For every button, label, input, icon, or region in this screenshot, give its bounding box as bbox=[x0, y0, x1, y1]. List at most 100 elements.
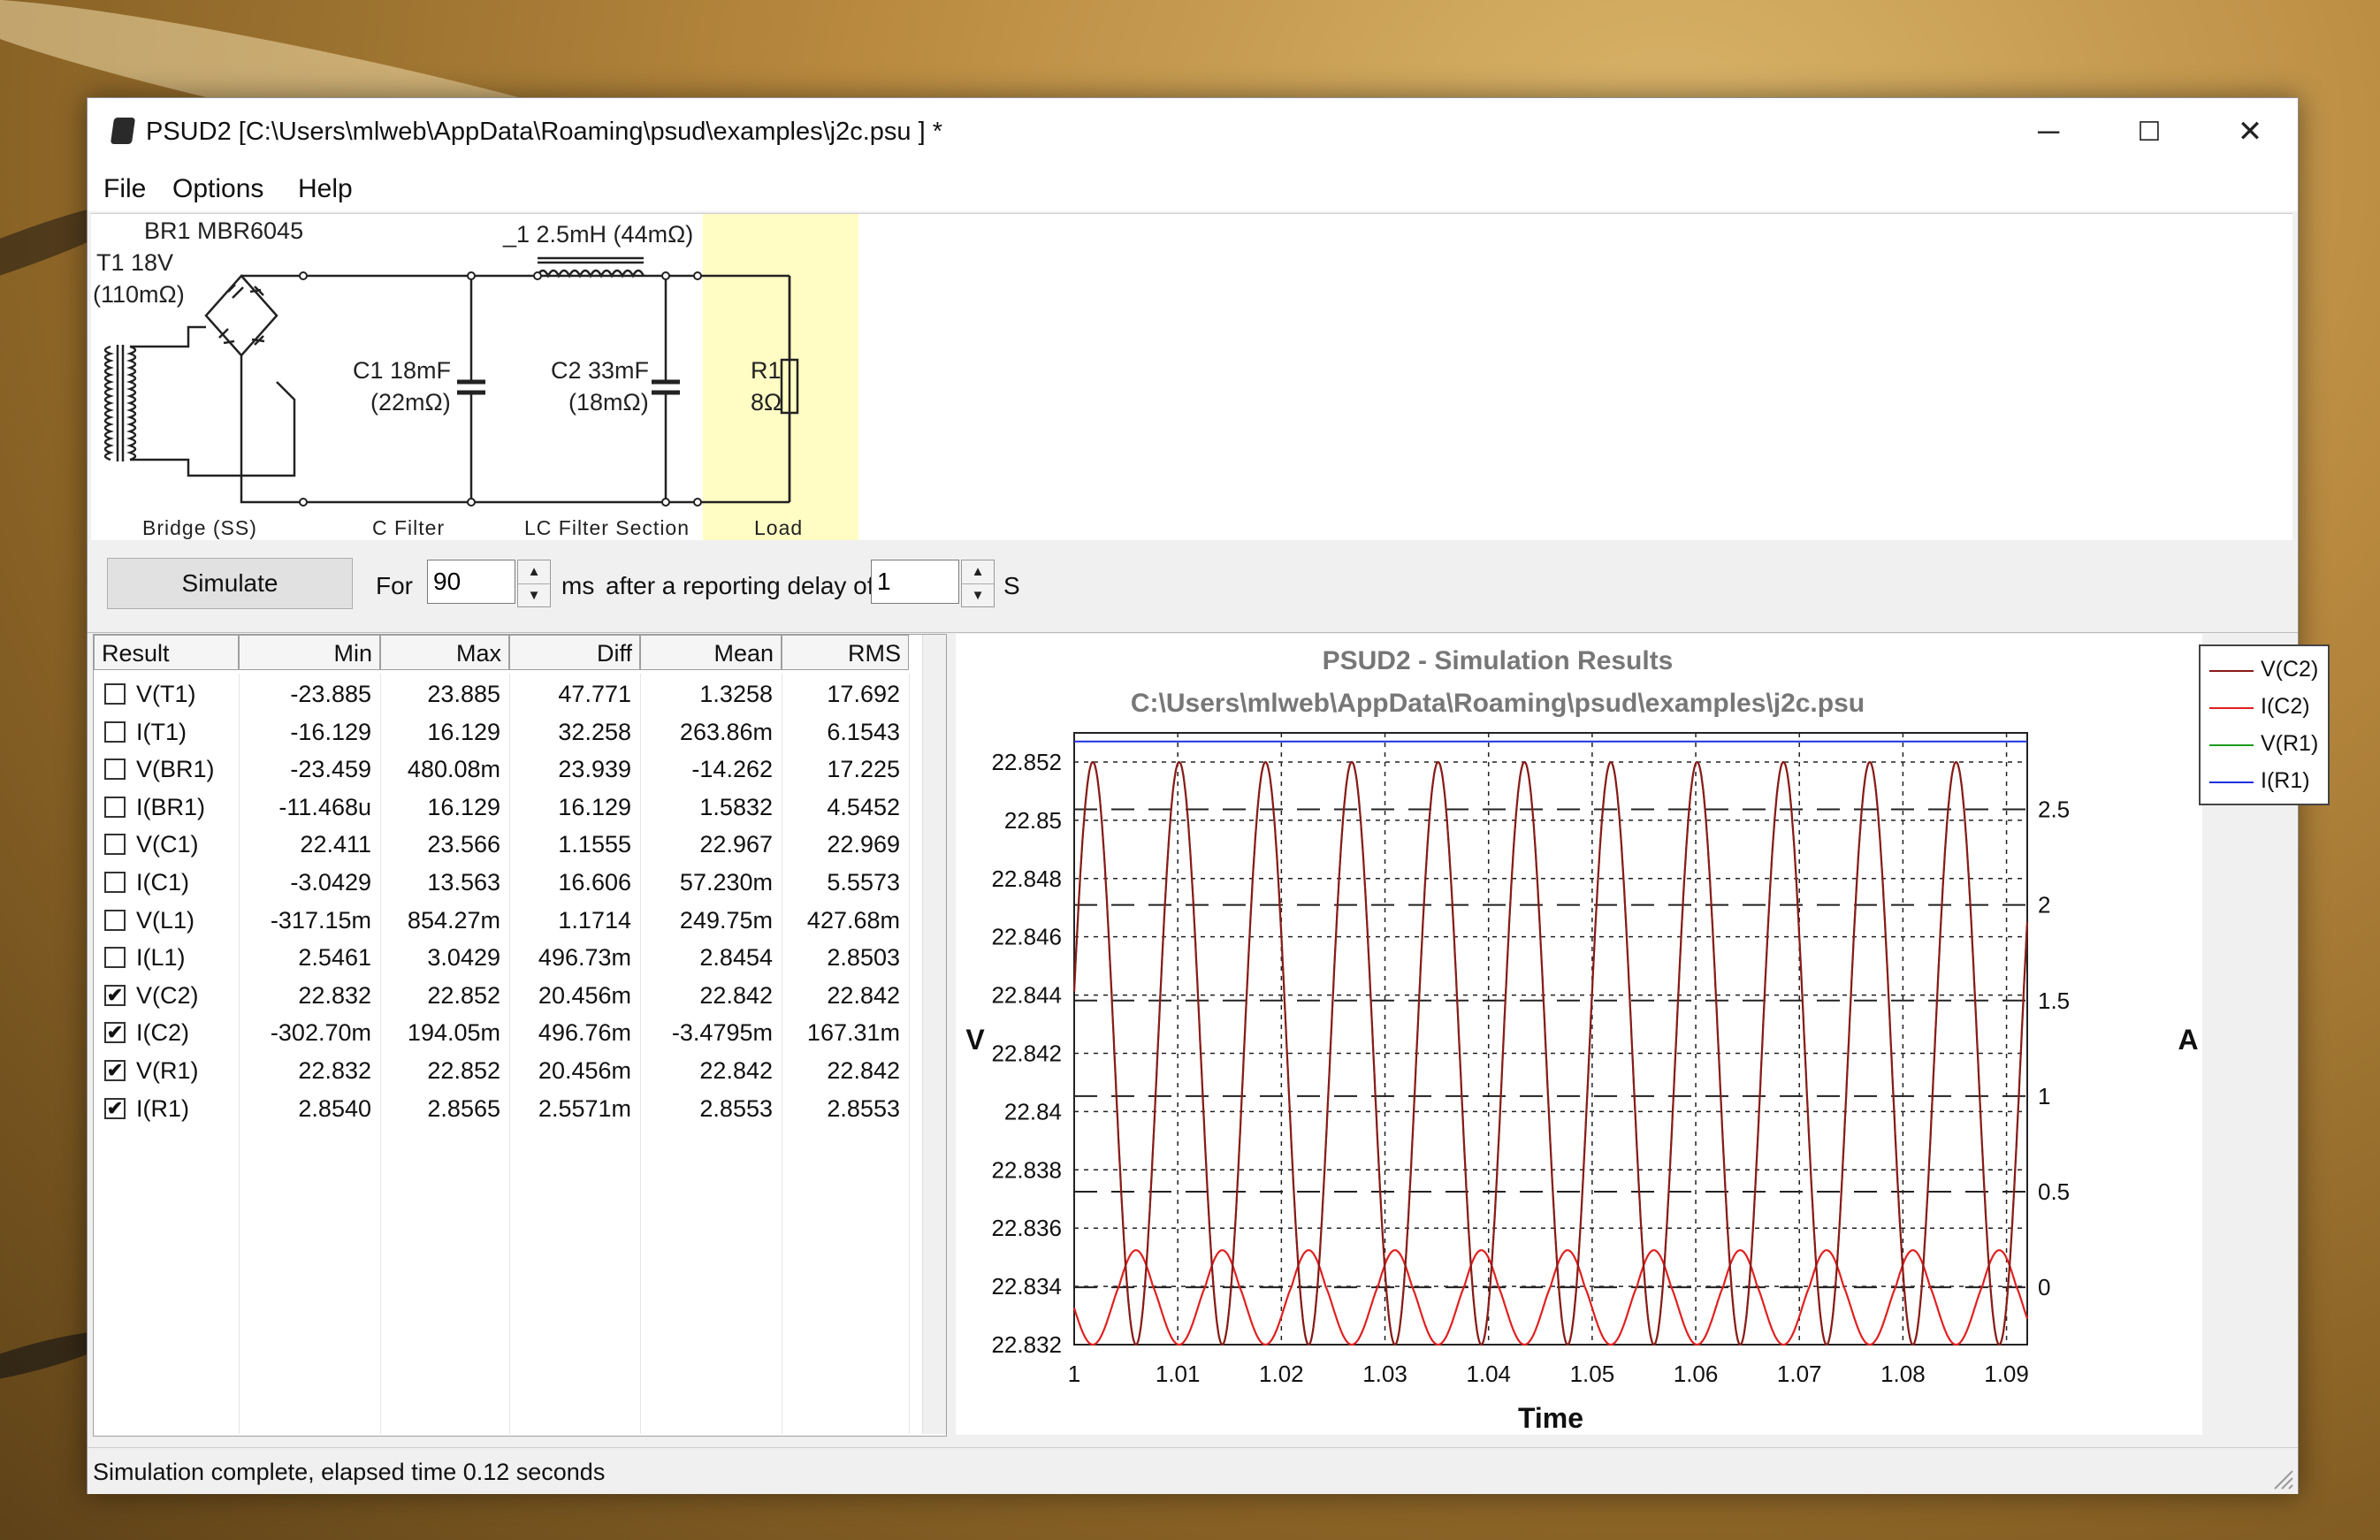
spin-up-icon[interactable]: ▲ bbox=[962, 560, 994, 583]
table-row[interactable]: I(C1) -3.0429 13.563 16.606 57.230m 5.5573 bbox=[94, 864, 946, 901]
result-rms: 167.31m bbox=[806, 1019, 900, 1047]
delay-spinner[interactable]: ▲ ▼ bbox=[961, 560, 995, 607]
column-header-rms[interactable]: RMS bbox=[782, 635, 909, 670]
table-row[interactable]: V(BR1) -23.459 480.08m 23.939 -14.262 17.225 bbox=[94, 751, 946, 788]
title-bar[interactable]: PSUD2 [C:\Users\mlweb\AppData\Roaming\ps… bbox=[88, 98, 2298, 165]
result-diff: 16.606 bbox=[558, 869, 631, 896]
results-table[interactable]: Result Min Max Diff Mean RMS V(T1) -23.88… bbox=[93, 634, 947, 1437]
result-rms: 6.1543 bbox=[827, 718, 900, 745]
result-mean: -3.4795m bbox=[671, 1019, 773, 1047]
result-max: 16.129 bbox=[427, 793, 500, 820]
table-row[interactable]: V(C1) 22.411 23.566 1.1555 22.967 22.969 bbox=[94, 826, 946, 863]
table-row[interactable]: I(BR1) -11.468u 16.129 16.129 1.5832 4.5452 bbox=[94, 789, 946, 826]
y-left-tick-label: 22.85 bbox=[1004, 807, 1062, 834]
y-left-tick-label: 22.848 bbox=[991, 865, 1062, 892]
close-button[interactable]: ✕ bbox=[2201, 98, 2300, 165]
circuit-schematic[interactable]: BR1 MBR6045 T1 18V (110mΩ) _1 2.5mH (44m… bbox=[91, 213, 2292, 542]
table-row[interactable]: V(L1) -317.15m 854.27m 1.1714 249.75m 427.68m bbox=[94, 902, 946, 939]
legend-swatch bbox=[2209, 744, 2254, 746]
y-left-tick-label: 22.836 bbox=[991, 1215, 1062, 1241]
legend-label: V(C2) bbox=[2261, 657, 2319, 682]
results-scrollbar[interactable] bbox=[922, 635, 946, 1434]
column-header-result[interactable]: Result bbox=[94, 635, 239, 670]
result-name: I(BR1) bbox=[136, 793, 206, 820]
status-bar: Simulation complete, elapsed time 0.12 s… bbox=[88, 1447, 2298, 1494]
inductor-label: _1 2.5mH (44mΩ) bbox=[503, 221, 694, 248]
result-diff: 47.771 bbox=[558, 681, 631, 707]
y-right-tick-label: 1.5 bbox=[2038, 987, 2070, 1014]
legend-label: I(C2) bbox=[2261, 694, 2310, 719]
maximize-button[interactable]: ☐ bbox=[2100, 98, 2199, 165]
y-right-tick-label: 2 bbox=[2038, 892, 2050, 919]
result-rms: 5.5573 bbox=[827, 869, 900, 896]
c2-resistance: (18mΩ) bbox=[568, 389, 649, 415]
duration-spinner[interactable]: ▲ ▼ bbox=[517, 560, 551, 607]
resize-grip-icon[interactable] bbox=[2271, 1468, 2294, 1490]
column-header-max[interactable]: Max bbox=[380, 635, 509, 670]
inductor-symbol bbox=[536, 256, 645, 278]
legend-item: V(C2) bbox=[2209, 655, 2324, 687]
column-header-min[interactable]: Min bbox=[239, 635, 380, 670]
result-max: 23.885 bbox=[427, 681, 500, 707]
table-row[interactable]: I(L1) 2.5461 3.0429 496.73m 2.8454 2.8503 bbox=[94, 939, 946, 976]
result-rms: 2.8553 bbox=[827, 1094, 900, 1122]
menu-help[interactable]: Help bbox=[298, 174, 353, 204]
psud2-window: PSUD2 [C:\Users\mlweb\AppData\Roaming\ps… bbox=[87, 97, 2330, 1494]
x-tick-label: 1.08 bbox=[1880, 1361, 1926, 1387]
c2-label: C2 33mF bbox=[551, 357, 650, 384]
table-row[interactable]: V(T1) -23.885 23.885 47.771 1.3258 17.692 bbox=[94, 675, 946, 713]
result-diff: 23.939 bbox=[558, 756, 631, 783]
table-row[interactable]: ✔ I(C2) -302.70m 194.05m 496.76m -3.4795m 167.… bbox=[94, 1014, 946, 1051]
legend-swatch bbox=[2209, 781, 2254, 783]
section-cfilter-label: C Filter bbox=[372, 516, 446, 539]
result-mean: 22.842 bbox=[699, 981, 773, 1009]
section-load-label: Load bbox=[754, 516, 804, 539]
spin-down-icon[interactable]: ▼ bbox=[518, 583, 550, 606]
y-right-tick-label: 0 bbox=[2038, 1274, 2050, 1300]
r1-value: 8Ω bbox=[751, 389, 782, 415]
column-header-diff[interactable]: Diff bbox=[509, 635, 640, 670]
result-mean: -14.262 bbox=[691, 756, 773, 783]
simulate-button[interactable]: Simulate bbox=[107, 558, 353, 609]
table-row[interactable]: ✔ V(R1) 22.832 22.852 20.456m 22.842 22.842 bbox=[94, 1052, 946, 1089]
table-row[interactable]: ✔ I(R1) 2.8540 2.8565 2.5571m 2.8553 2.8553 bbox=[94, 1090, 946, 1127]
y-left-tick-label: 22.844 bbox=[991, 982, 1062, 1009]
bridge-rectifier-symbol bbox=[204, 272, 305, 504]
result-diff: 1.1555 bbox=[558, 831, 631, 858]
minimize-button[interactable]: ─ bbox=[1999, 98, 2098, 165]
x-tick-label: 1.01 bbox=[1156, 1361, 1201, 1387]
menu-options[interactable]: Options bbox=[172, 174, 263, 204]
result-rms: 427.68m bbox=[806, 906, 900, 934]
result-mean: 1.5832 bbox=[699, 793, 773, 820]
spin-up-icon[interactable]: ▲ bbox=[518, 560, 550, 583]
result-name: I(C2) bbox=[136, 1019, 189, 1047]
legend-swatch bbox=[2209, 670, 2254, 672]
legend-label: V(R1) bbox=[2261, 731, 2319, 756]
column-header-mean[interactable]: Mean bbox=[640, 635, 782, 670]
x-tick-label: 1 bbox=[1068, 1361, 1080, 1387]
s-label: S bbox=[1003, 572, 1020, 599]
legend-item: V(R1) bbox=[2209, 729, 2324, 761]
result-mean: 57.230m bbox=[679, 869, 773, 896]
result-diff: 2.5571m bbox=[538, 1094, 631, 1122]
result-diff: 16.129 bbox=[558, 793, 631, 820]
c1-label: C1 18mF bbox=[353, 357, 452, 384]
c1-resistance: (22mΩ) bbox=[370, 389, 451, 415]
x-tick-label: 1.03 bbox=[1362, 1361, 1407, 1387]
table-row[interactable]: I(T1) -16.129 16.129 32.258 263.86m 6.1543 bbox=[94, 713, 946, 751]
duration-input[interactable]: 90 bbox=[427, 560, 515, 604]
delay-input[interactable]: 1 bbox=[871, 560, 959, 604]
result-diff: 496.76m bbox=[538, 1019, 631, 1047]
chart-panel: PSUD2 - Simulation Results C:\Users\mlweb… bbox=[956, 634, 2330, 1435]
spin-down-icon[interactable]: ▼ bbox=[962, 583, 994, 606]
x-tick-label: 1.06 bbox=[1674, 1361, 1719, 1387]
table-row[interactable]: ✔ V(C2) 22.832 22.852 20.456m 22.842 22.842 bbox=[94, 977, 946, 1014]
result-min: -3.0429 bbox=[290, 869, 371, 896]
result-max: 194.05m bbox=[407, 1019, 500, 1047]
result-name: I(R1) bbox=[136, 1094, 189, 1122]
x-tick-label: 1.07 bbox=[1777, 1361, 1822, 1387]
result-rms: 17.692 bbox=[827, 681, 900, 707]
menu-file[interactable]: File bbox=[103, 174, 146, 204]
result-diff: 20.456m bbox=[538, 1057, 631, 1084]
ms-label: ms bbox=[561, 572, 595, 599]
